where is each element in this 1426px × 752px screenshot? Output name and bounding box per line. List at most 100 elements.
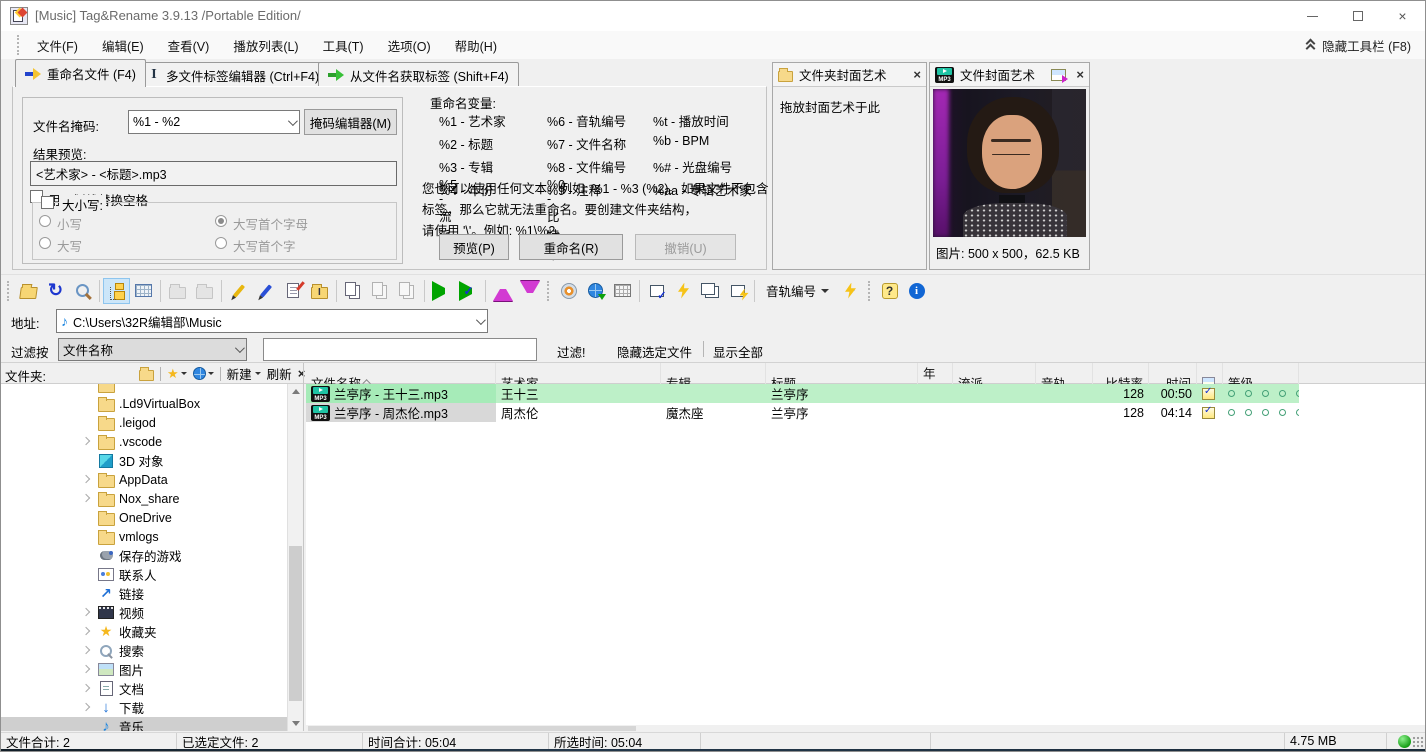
tree-item-4[interactable]: 3D 对象 [1,451,287,470]
search-button[interactable] [69,278,96,304]
expander-icon[interactable] [81,684,91,694]
filter-field-select[interactable]: 文件名称 [58,338,247,361]
menu-item-1[interactable]: 编辑(E) [90,31,156,60]
play-file-button[interactable] [428,278,455,304]
edit-tag-yellow-button[interactable] [225,278,252,304]
hide-toolbar-button[interactable]: 隐藏工具栏 (F8) [1306,31,1411,59]
manual-entry-button[interactable] [609,278,636,304]
open-folder-button[interactable] [15,278,42,304]
refresh-folders-button[interactable]: 刷新 [267,364,292,383]
menu-item-3[interactable]: 播放列表(L) [221,31,310,60]
hide-selected-files-button[interactable]: 隐藏选定文件 [617,342,692,361]
rating-dot[interactable] [1245,390,1252,397]
scroll-down-icon[interactable] [292,721,300,726]
paste-tags-button[interactable] [394,278,421,304]
refresh-button[interactable] [42,278,69,304]
apply-filter-button[interactable]: 过滤! [557,342,585,361]
tree-item-15[interactable]: 图片 [1,660,287,679]
tab-rename-files[interactable]: 重命名文件 (F4) [15,59,146,87]
renumber-tracks-button[interactable] [837,278,864,304]
quick-save-button[interactable] [670,278,697,304]
save-tags-button[interactable] [643,278,670,304]
copy-button[interactable] [340,278,367,304]
tab-get-tags-from-filename[interactable]: 从文件名获取标签 (Shift+F4) [318,62,519,87]
play-selected-button[interactable] [455,278,482,304]
new-folder-button[interactable]: 新建 [227,364,261,383]
expander-icon[interactable] [81,494,91,504]
tree-item-10[interactable]: 联系人 [1,565,287,584]
expander-icon[interactable] [81,646,91,656]
rating-dot[interactable] [1279,409,1286,416]
tab-multi-file-tag-editor[interactable]: 多文件标签编辑器 (Ctrl+F4) [138,62,329,87]
copy-window-button[interactable] [697,278,724,304]
menu-item-2[interactable]: 查看(V) [156,31,222,60]
cover-art-image[interactable] [933,89,1086,237]
hscrollbar-thumb[interactable] [308,726,636,731]
close-icon[interactable]: × [913,67,921,82]
table-view-button[interactable] [130,278,157,304]
rating-cell[interactable] [1223,403,1299,422]
quick-window-button[interactable] [724,278,751,304]
tree-item-5[interactable]: AppData [1,470,287,489]
preview-button[interactable]: 预览(P) [439,234,509,260]
file-list-hscrollbar[interactable] [306,725,1426,732]
close-button[interactable]: × [1380,1,1425,31]
tree-item-14[interactable]: 搜索 [1,641,287,660]
file-row-1[interactable]: 兰亭序 - 周杰伦.mp3周杰伦魔杰座兰亭序12804:14 [306,403,1426,422]
rating-dot[interactable] [1296,409,1299,416]
rating-dot[interactable] [1228,409,1235,416]
expander-icon[interactable] [81,627,91,637]
radio-lowercase[interactable] [39,215,51,227]
tree-item-2[interactable]: .leigod [1,413,287,432]
tree-item-11[interactable]: 链接 [1,584,287,603]
tree-item-1[interactable]: .Ld9VirtualBox [1,394,287,413]
tree-item-7[interactable]: OneDrive [1,508,287,527]
rating-dot[interactable] [1279,390,1286,397]
rating-dot[interactable] [1296,390,1299,397]
undo-button[interactable]: 撤销(U) [635,234,736,260]
scroll-up-icon[interactable] [292,389,300,394]
scrollbar-thumb[interactable] [289,546,302,701]
rating-cell[interactable] [1223,384,1299,403]
folder-tree-toggle-button[interactable] [103,278,130,304]
about-button[interactable] [903,278,930,304]
edit-file-info-button[interactable] [279,278,306,304]
export-image-icon[interactable] [1051,69,1066,81]
resize-grip[interactable] [1412,736,1424,748]
tree-item-16[interactable]: 文档 [1,679,287,698]
mask-editor-button[interactable]: 掩码编辑器(M) [304,109,397,135]
track-number-dropdown[interactable]: 音轨编号 [758,278,837,304]
filter-input[interactable] [263,338,537,361]
rename-folder-button[interactable] [306,278,333,304]
tree-item-18[interactable]: 音乐 [1,717,287,731]
parent-folder-button[interactable] [164,278,191,304]
show-all-button[interactable]: 显示全部 [713,342,763,361]
tree-list-splitter[interactable] [303,363,304,731]
minimize-button[interactable] [1290,1,1335,31]
copy-tags-button[interactable] [367,278,394,304]
file-row-0[interactable]: 兰亭序 - 王十三.mp3王十三兰亭序12800:50 [306,384,1426,403]
close-icon[interactable]: × [1076,67,1084,82]
tree-item-17[interactable]: 下载 [1,698,287,717]
tree-scrollbar[interactable] [287,384,302,731]
expander-icon[interactable] [81,703,91,713]
menu-item-0[interactable]: 文件(F) [25,31,90,60]
expander-icon[interactable] [81,665,91,675]
rating-dot[interactable] [1262,409,1269,416]
menu-item-4[interactable]: 工具(T) [311,31,376,60]
menu-item-6[interactable]: 帮助(H) [443,31,509,60]
address-combo[interactable]: ♪ C:\Users\32R编辑部\Music [56,309,488,333]
close-folders-icon[interactable]: × [298,366,306,381]
case-checkbox[interactable] [41,196,54,209]
rename-button[interactable]: 重命名(R) [519,234,623,260]
network-dropdown[interactable] [193,367,214,380]
help-button[interactable] [876,278,903,304]
radio-capitalize-words[interactable] [215,237,227,249]
rating-dot[interactable] [1245,409,1252,416]
maximize-button[interactable] [1335,1,1380,31]
rating-dot[interactable] [1228,390,1235,397]
favorites-dropdown[interactable]: ★ [167,366,187,382]
browse-folder-button[interactable] [191,278,218,304]
parent-folder-icon[interactable] [139,370,154,381]
tree-item-3[interactable]: .vscode [1,432,287,451]
